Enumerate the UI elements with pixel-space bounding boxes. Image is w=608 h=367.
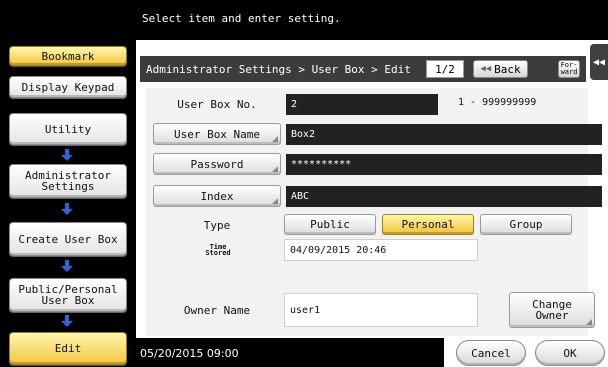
type-personal-button[interactable]: Personal bbox=[382, 214, 474, 235]
top-bar: Select item and enter setting. bbox=[136, 0, 608, 40]
display-keypad-button[interactable]: Display Keypad bbox=[9, 76, 127, 98]
owner-name-field: user1 bbox=[284, 293, 478, 327]
bookmark-button[interactable]: Bookmark bbox=[9, 46, 127, 66]
user-box-no-range: 1 - 999999999 bbox=[458, 97, 537, 108]
create-user-box-button[interactable]: Create User Box bbox=[9, 222, 127, 256]
left-navigation: Bookmark Display Keypad Utility Administ… bbox=[0, 0, 136, 367]
page-indicator: 1/2 bbox=[426, 60, 464, 78]
cancel-button[interactable]: Cancel bbox=[456, 340, 526, 366]
administrator-settings-button[interactable]: Administrator Settings bbox=[9, 164, 127, 198]
user-box-no-label: User Box No. bbox=[177, 98, 257, 111]
settings-form: User Box No. 2 1 - 999999999 User Box Na… bbox=[146, 88, 602, 336]
index-button[interactable]: Index bbox=[153, 185, 281, 207]
edit-button[interactable]: Edit bbox=[9, 332, 127, 365]
type-public-button[interactable]: Public bbox=[284, 214, 376, 235]
instruction-message: Select item and enter setting. bbox=[142, 12, 341, 25]
type-label: Type bbox=[203, 219, 231, 232]
title-bar: Administrator Settings > User Box > Edit… bbox=[140, 56, 586, 82]
breadcrumb: Administrator Settings > User Box > Edit bbox=[146, 63, 411, 76]
down-arrow-icon bbox=[61, 315, 73, 327]
user-box-no-field: 2 bbox=[286, 94, 438, 115]
back-label: Back bbox=[494, 62, 521, 76]
datetime-display: 05/20/2015 09:00 bbox=[140, 347, 239, 360]
index-field: ABC bbox=[286, 186, 602, 207]
user-box-name-field: Box2 bbox=[286, 124, 602, 145]
time-stored-field: 04/09/2015 20:46 bbox=[284, 239, 478, 261]
time-stored-label: Time Stored bbox=[205, 243, 231, 257]
back-button[interactable]: ◀◀ Back bbox=[473, 60, 528, 78]
down-arrow-icon bbox=[61, 149, 73, 161]
utility-button[interactable]: Utility bbox=[9, 113, 127, 145]
owner-name-label: Owner Name bbox=[183, 304, 251, 317]
down-arrow-icon bbox=[61, 203, 73, 215]
status-bar: 05/20/2015 09:00 bbox=[136, 338, 444, 367]
password-field: ********** bbox=[286, 154, 602, 175]
main-panel: Administrator Settings > User Box > Edit… bbox=[136, 40, 602, 367]
public-personal-user-box-button[interactable]: Public/Personal User Box bbox=[9, 278, 127, 312]
type-group-button[interactable]: Group bbox=[480, 214, 572, 235]
forward-button[interactable]: For- ward bbox=[558, 60, 580, 78]
rewind-icon: ◀◀ bbox=[480, 64, 492, 74]
user-box-name-button[interactable]: User Box Name bbox=[153, 123, 281, 145]
ok-button[interactable]: OK bbox=[535, 340, 605, 366]
down-arrow-icon bbox=[61, 260, 73, 272]
password-button[interactable]: Password bbox=[153, 153, 281, 175]
collapse-panel-icon[interactable]: ◀◀ bbox=[590, 44, 608, 80]
change-owner-button[interactable]: Change Owner bbox=[509, 292, 595, 328]
